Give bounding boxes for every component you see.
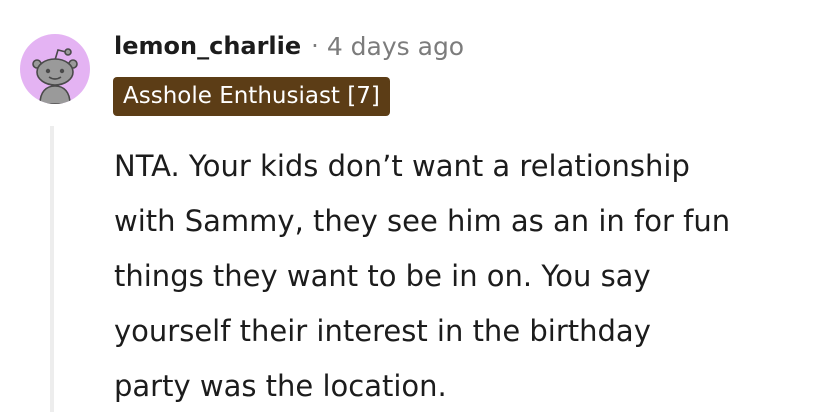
username-link[interactable]: lemon_charlie	[114, 32, 301, 60]
user-avatar[interactable]	[20, 34, 90, 104]
snoo-avatar-icon	[32, 48, 78, 104]
comment-body-line: with Sammy, they see him as an in for fu…	[114, 204, 731, 238]
comment-meta: lemon_charlie · 4 days ago	[114, 28, 464, 64]
comment-body-line: things they want to be in on. You say	[114, 259, 651, 293]
user-flair-badge: Asshole Enthusiast [7]	[113, 77, 390, 116]
comment-body-line: NTA. Your kids don’t want a relationship	[114, 149, 690, 183]
comment: lemon_charlie · 4 days ago Asshole Enthu…	[0, 0, 824, 412]
comment-body-line: party was the location.	[114, 369, 447, 403]
comment-timestamp[interactable]: 4 days ago	[327, 32, 464, 61]
comment-body: NTA. Your kids don’t want a relationship…	[114, 139, 814, 412]
comment-body-line: yourself their interest in the birthday	[114, 314, 651, 348]
thread-collapse-line[interactable]	[50, 126, 54, 412]
meta-separator: ·	[311, 32, 319, 60]
